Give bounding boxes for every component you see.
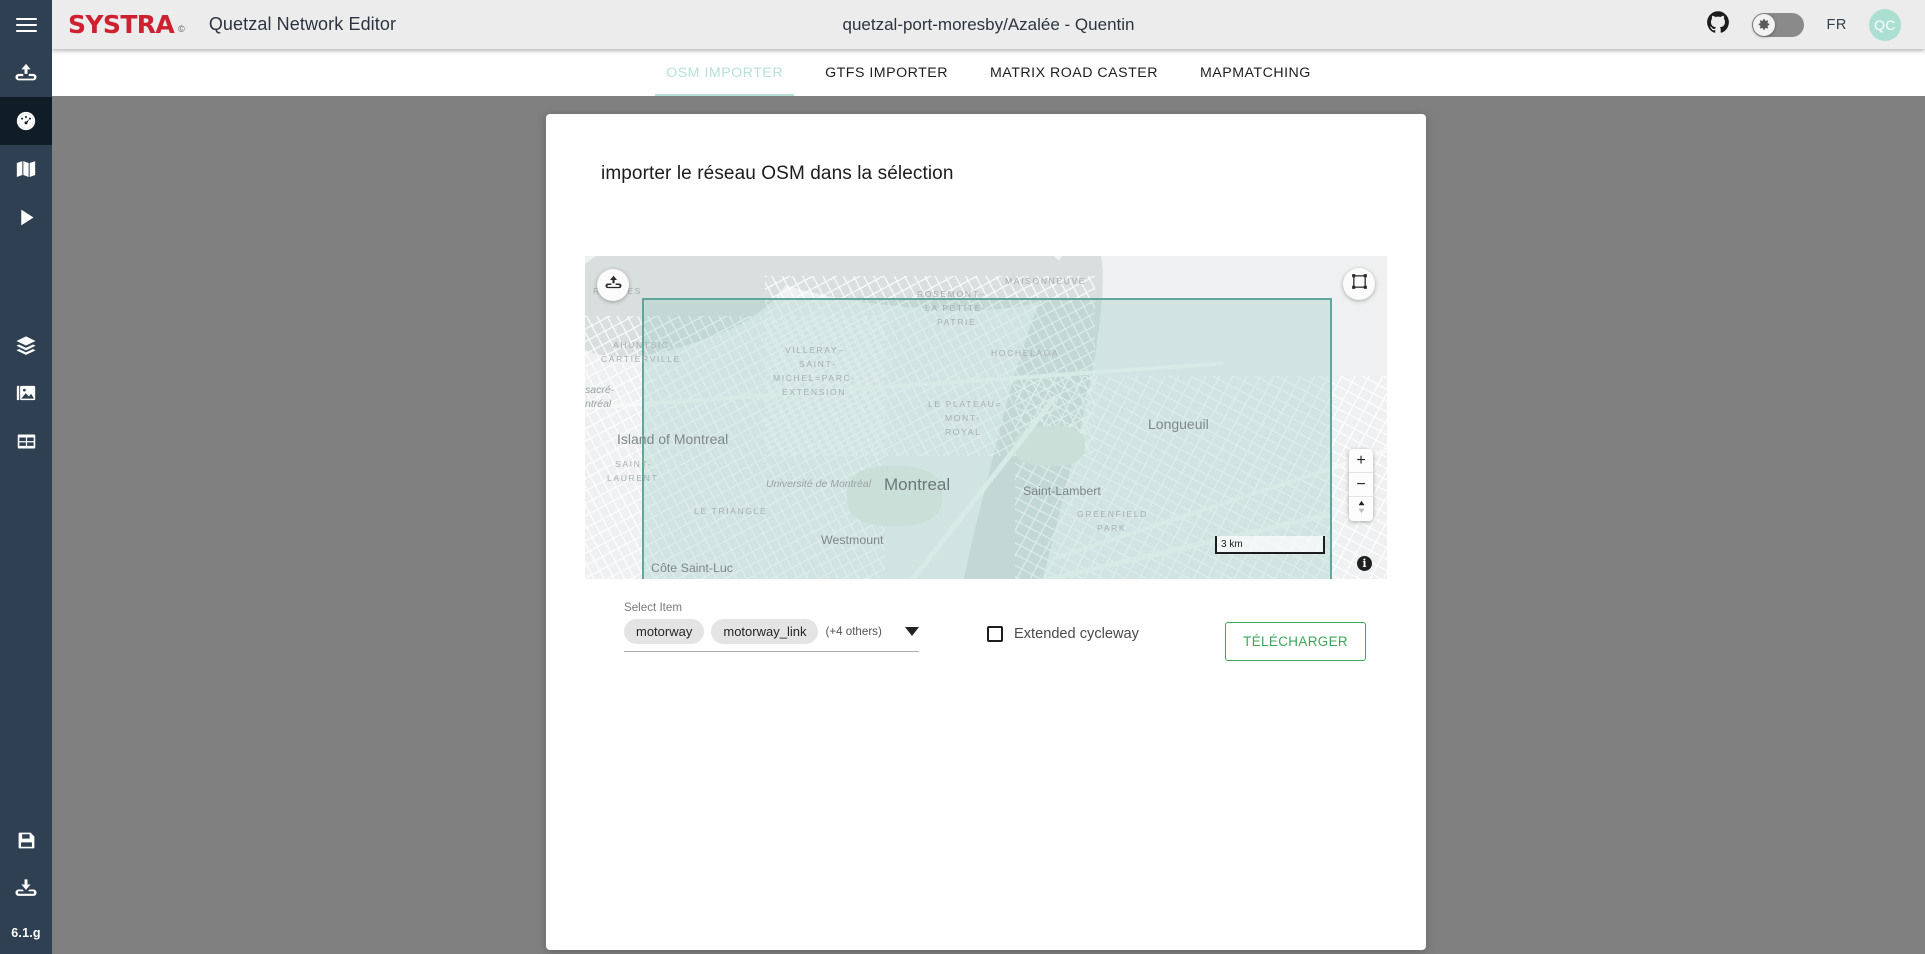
sidebar-item-layers[interactable] (0, 321, 52, 369)
sidebar-item-dashboard[interactable] (0, 97, 52, 145)
chip-motorway[interactable]: motorway (624, 619, 705, 644)
brand-name: SYSTRA (68, 10, 175, 39)
topbar: quetzal-port-moresby/Azalée - Quentin SY… (52, 0, 1925, 49)
gear-icon (1753, 13, 1776, 36)
gauge-icon (15, 110, 37, 132)
sidebar-item-images[interactable] (0, 369, 52, 417)
app-version: 6.1.g (11, 926, 41, 940)
import-controls: Select Item motorway motorway_link (+4 o… (585, 601, 1387, 691)
info-icon[interactable]: i (1357, 556, 1372, 571)
play-icon (16, 207, 37, 228)
extended-cycleway-label: Extended cycleway (1014, 626, 1139, 642)
hamburger-icon (15, 14, 37, 36)
chip-motorway-link[interactable]: motorway_link (711, 619, 819, 644)
upload-icon (15, 62, 37, 84)
app-root: 6.1.g quetzal-port-moresby/Azalée - Quen… (0, 0, 1925, 954)
language-selector[interactable]: FR (1826, 17, 1847, 33)
download-button[interactable]: TÉLÉCHARGER (1225, 622, 1366, 661)
upload-icon (604, 274, 622, 296)
image-stack-icon (15, 382, 37, 404)
topbar-actions: FR QC (1706, 8, 1901, 41)
compass-icon (1356, 500, 1367, 519)
osm-importer-card: importer le réseau OSM dans la sélection (546, 114, 1426, 950)
map-zoom-controls: + − (1349, 449, 1373, 521)
sidebar-items (0, 49, 52, 465)
tab-matrix-road-caster[interactable]: MATRIX ROAD CASTER (969, 49, 1179, 96)
app-title: Quetzal Network Editor (208, 14, 397, 34)
select-item-group: Select Item motorway motorway_link (+4 o… (624, 601, 919, 652)
sidebar: 6.1.g (0, 0, 52, 954)
work-area: importer le réseau OSM dans la sélection (52, 96, 1925, 954)
bounding-box-icon (1351, 273, 1368, 295)
map-zoom-out-button[interactable]: − (1349, 473, 1373, 497)
sidebar-item-run[interactable] (0, 193, 52, 241)
extended-cycleway-checkbox-group[interactable]: Extended cycleway (987, 626, 1139, 642)
github-icon[interactable] (1706, 10, 1730, 39)
table-grid-icon (16, 431, 37, 452)
sidebar-item-map[interactable] (0, 145, 52, 193)
layers-icon (15, 334, 37, 356)
map-zoom-in-button[interactable]: + (1349, 449, 1373, 473)
sidebar-item-export[interactable] (0, 864, 52, 912)
menu-toggle-button[interactable] (0, 0, 52, 49)
floppy-save-icon (16, 830, 37, 851)
map-upload-button[interactable] (597, 269, 629, 301)
chips-overflow-count: (+4 others) (825, 625, 882, 638)
sidebar-bottom: 6.1.g (0, 816, 52, 954)
download-icon (15, 877, 37, 899)
extended-cycleway-checkbox[interactable] (987, 626, 1003, 642)
map-scale-bar: 3 km (1215, 536, 1325, 554)
select-item-label: Select Item (624, 601, 682, 614)
tab-bar: OSM IMPORTER GTFS IMPORTER MATRIX ROAD C… (52, 49, 1925, 96)
tab-osm-importer[interactable]: OSM IMPORTER (645, 49, 804, 96)
select-input[interactable]: motorway motorway_link (+4 others) (624, 618, 919, 652)
map-viewport[interactable]: RAPIDESROSEMONT–LA PETITE-PATRIEMAISONNE… (585, 256, 1387, 579)
map-bbox-tool-button[interactable] (1343, 268, 1375, 300)
map-canvas: RAPIDESROSEMONT–LA PETITE-PATRIEMAISONNE… (585, 256, 1387, 579)
sidebar-item-save[interactable] (0, 816, 52, 864)
sidebar-item-table[interactable] (0, 417, 52, 465)
settings-toggle[interactable] (1752, 12, 1805, 37)
tab-mapmatching[interactable]: MAPMATCHING (1179, 49, 1332, 96)
map-icon (15, 158, 37, 180)
page-title: importer le réseau OSM dans la sélection (601, 163, 954, 184)
tab-gtfs-importer[interactable]: GTFS IMPORTER (804, 49, 969, 96)
sidebar-item-import[interactable] (0, 49, 52, 97)
brand-logo: SYSTRA © (68, 12, 185, 37)
map-compass-button[interactable] (1349, 497, 1373, 521)
chevron-down-icon[interactable] (905, 627, 919, 636)
avatar[interactable]: QC (1869, 8, 1901, 41)
brand-copyright-mark: © (178, 24, 185, 34)
